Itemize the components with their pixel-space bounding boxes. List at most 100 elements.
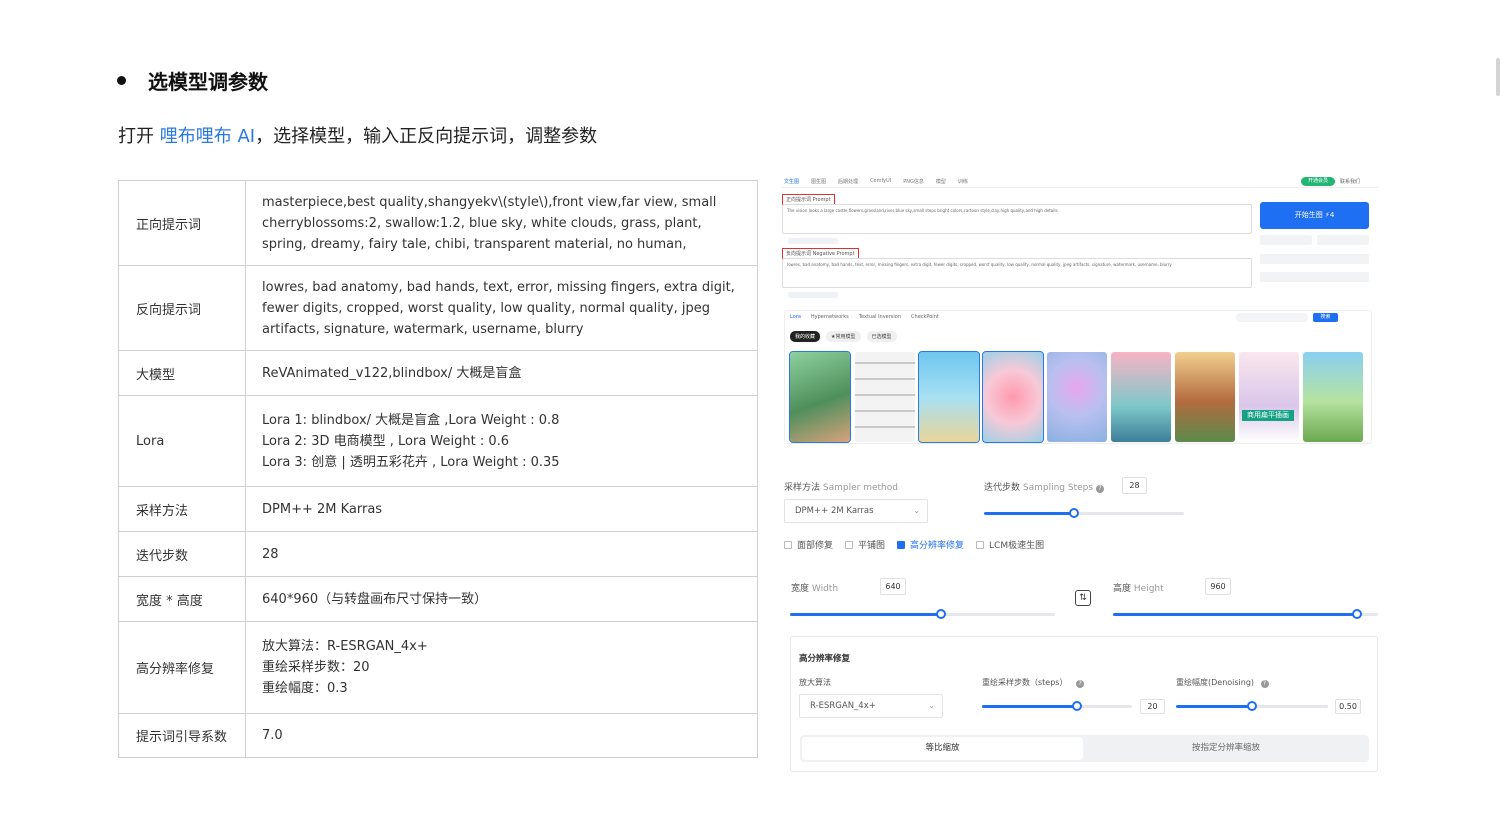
slider-handle[interactable] bbox=[1351, 609, 1362, 619]
slider-handle[interactable] bbox=[936, 609, 947, 619]
slider-track[interactable] bbox=[790, 609, 1055, 619]
help-icon[interactable]: ? bbox=[1095, 485, 1104, 493]
swap-dimensions-icon[interactable]: ⇅ bbox=[1075, 590, 1091, 606]
tool-row[interactable] bbox=[1260, 254, 1369, 264]
lora-line: Lora 3: 创意 | 透明五彩花卉 , Lora Weight : 0.35 bbox=[262, 454, 560, 470]
chip[interactable]: 已选模型 bbox=[866, 331, 897, 342]
model-thumbnail[interactable] bbox=[1175, 352, 1235, 442]
hires-line: 重绘采样步数：20 bbox=[262, 660, 370, 675]
panel-tab[interactable]: Textual Inversion bbox=[859, 314, 901, 320]
contact-link[interactable]: 联系我们 bbox=[1340, 178, 1360, 185]
table-row: 采样方法 DPM++ 2M Karras bbox=[118, 486, 758, 532]
scale-mode-fixed-resolution[interactable]: 按指定分辨率缩放 bbox=[1085, 737, 1367, 760]
width-input[interactable]: 640 bbox=[880, 578, 906, 595]
row-value: DPM++ 2M Karras bbox=[245, 486, 758, 532]
generate-button[interactable]: 开始生图 ⚡4 bbox=[1260, 202, 1369, 229]
chip[interactable]: ★常用模型 bbox=[826, 331, 861, 342]
checkbox[interactable] bbox=[976, 540, 985, 549]
hires-steps-label-text: 重绘采样步数（steps） bbox=[982, 678, 1068, 687]
help-icon[interactable]: ? bbox=[1260, 680, 1269, 688]
hires-title: 高分辨率修复 bbox=[799, 654, 851, 664]
panel-tab[interactable]: CheckPoint bbox=[911, 314, 939, 320]
chevron-down-icon: ⌄ bbox=[913, 506, 920, 515]
height-slider[interactable] bbox=[1113, 609, 1378, 619]
steps-slider[interactable] bbox=[984, 508, 1184, 518]
height-input[interactable]: 960 bbox=[1205, 578, 1231, 595]
intro-prefix: 打开 bbox=[118, 126, 160, 147]
nav-tab[interactable]: ComfyUI bbox=[870, 178, 891, 185]
option-button[interactable] bbox=[1317, 235, 1369, 245]
sampler-select[interactable]: DPM++ 2M Karras ⌄ bbox=[784, 499, 928, 523]
checkbox[interactable] bbox=[845, 540, 854, 549]
slider-handle[interactable] bbox=[1069, 508, 1079, 518]
panel-tab[interactable]: Lora bbox=[790, 314, 801, 320]
model-search-button[interactable]: 搜索 bbox=[1313, 313, 1338, 322]
prompt-input[interactable]: The vision looks a large castle,flowers,… bbox=[782, 204, 1252, 234]
slider-fill bbox=[984, 512, 1074, 515]
slider-track[interactable] bbox=[1176, 701, 1328, 711]
model-thumbnail[interactable] bbox=[982, 351, 1044, 443]
model-thumbnail[interactable] bbox=[1303, 352, 1363, 442]
nav-tab[interactable]: PNG信息 bbox=[903, 178, 924, 185]
checkbox-checked[interactable] bbox=[897, 540, 906, 549]
help-icon[interactable]: ? bbox=[1076, 680, 1085, 688]
upscaler-select[interactable]: R-ESRGAN_4x+ ⌄ bbox=[799, 694, 943, 718]
nav-tab[interactable]: 图生图 bbox=[811, 178, 826, 185]
sampler-label-en: Sampler method bbox=[822, 483, 898, 493]
model-chips: 我的收藏 ★常用模型 已选模型 bbox=[790, 331, 897, 342]
hires-steps-input[interactable]: 20 bbox=[1140, 699, 1165, 714]
nav-tab[interactable]: 文生图 bbox=[784, 178, 799, 185]
model-thumbnail[interactable] bbox=[789, 351, 851, 443]
width-slider[interactable] bbox=[790, 609, 1055, 619]
divider bbox=[782, 187, 1378, 188]
chevron-down-icon: ⌄ bbox=[928, 701, 935, 710]
chip[interactable]: 我的收藏 bbox=[790, 331, 821, 342]
heading-text: 选模型调参数 bbox=[148, 70, 268, 94]
slider-track[interactable] bbox=[984, 508, 1184, 518]
panel-tab[interactable]: Hypernetworks bbox=[811, 314, 849, 320]
slider-handle[interactable] bbox=[1247, 701, 1257, 711]
model-thumbnail[interactable] bbox=[918, 351, 980, 443]
lora-line: Lora 1: blindbox/ 大概是盲盒 ,Lora Weight : 0… bbox=[262, 412, 560, 428]
model-search-input[interactable] bbox=[1236, 313, 1308, 322]
nav-tab[interactable]: 训练 bbox=[958, 178, 968, 185]
slider-handle[interactable] bbox=[1071, 701, 1082, 711]
hires-steps-slider[interactable] bbox=[982, 701, 1132, 711]
sampler-label: 采样方法 Sampler method bbox=[784, 480, 898, 493]
checkbox-label: 高分辨率修复 bbox=[910, 541, 965, 551]
row-key: 大模型 bbox=[118, 350, 246, 396]
slider-fill bbox=[1113, 613, 1357, 616]
slider-track[interactable] bbox=[982, 701, 1132, 711]
row-key: 提示词引导系数 bbox=[118, 713, 246, 758]
negative-prompt-tools[interactable] bbox=[788, 292, 838, 298]
nav-tab[interactable]: 模型 bbox=[936, 178, 946, 185]
negative-prompt-input[interactable]: lowres, bad anatomy, bad hands, text, er… bbox=[782, 258, 1252, 288]
row-key: 迭代步数 bbox=[118, 531, 246, 577]
page-scrollbar[interactable] bbox=[1496, 58, 1500, 96]
prompt-tools[interactable] bbox=[788, 238, 838, 244]
hires-line: 重绘幅度：0.3 bbox=[262, 681, 348, 696]
tool-row[interactable] bbox=[1260, 272, 1369, 282]
model-thumbnail[interactable]: 商用扁平插画 bbox=[1239, 352, 1299, 442]
denoise-input[interactable]: 0.50 bbox=[1335, 699, 1361, 714]
table-row: Lora Lora 1: blindbox/ 大概是盲盒 ,Lora Weigh… bbox=[118, 395, 758, 487]
sampler-value: DPM++ 2M Karras bbox=[795, 506, 874, 516]
table-row: 宽度 * 高度 640*960（与转盘画布尺寸保持一致） bbox=[118, 576, 758, 622]
slider-fill bbox=[790, 613, 942, 616]
liblib-link[interactable]: 哩布哩布 AI bbox=[160, 126, 255, 147]
denoise-slider[interactable] bbox=[1176, 701, 1328, 711]
vip-button[interactable]: 开通会员 bbox=[1301, 177, 1335, 186]
slider-fill bbox=[982, 705, 1077, 708]
section-heading: 选模型调参数 bbox=[117, 66, 268, 95]
model-thumbnail[interactable] bbox=[1047, 352, 1107, 442]
slider-track[interactable] bbox=[1113, 609, 1378, 619]
scale-mode-proportional[interactable]: 等比缩放 bbox=[802, 737, 1083, 760]
model-thumbnail[interactable] bbox=[1111, 352, 1171, 442]
steps-input[interactable]: 28 bbox=[1122, 477, 1147, 494]
checkbox[interactable] bbox=[784, 540, 792, 549]
nav-tab[interactable]: 后期处理 bbox=[838, 178, 858, 185]
height-label: 高度 Height bbox=[1113, 581, 1164, 594]
option-button[interactable] bbox=[1260, 235, 1312, 245]
steps-label-en: Sampling Steps bbox=[1022, 483, 1094, 493]
model-thumbnail[interactable] bbox=[855, 352, 915, 442]
